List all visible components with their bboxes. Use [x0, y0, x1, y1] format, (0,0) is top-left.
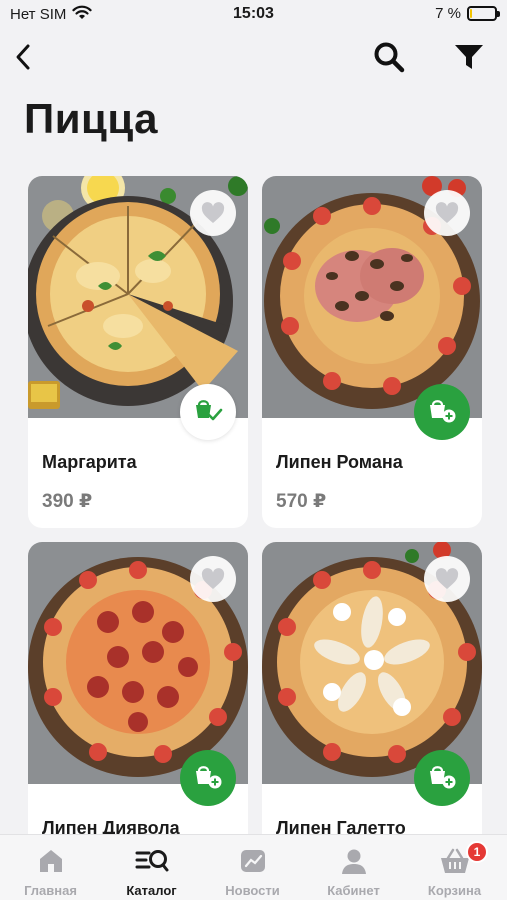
battery-fill — [470, 9, 472, 18]
battery-percent: 7 % — [435, 5, 461, 22]
status-bar: Нет SIM 15:03 7 % — [0, 0, 507, 28]
cart-add-icon — [430, 766, 456, 789]
tab-label: Кабинет — [327, 883, 380, 898]
profile-icon — [337, 845, 371, 877]
tab-label: Главная — [24, 883, 77, 898]
tab-news[interactable]: Новости — [202, 835, 303, 900]
tab-catalog[interactable]: Каталог — [101, 835, 202, 900]
home-icon — [34, 845, 68, 877]
add-to-cart-button[interactable] — [414, 750, 470, 806]
navigation-bar — [0, 34, 507, 80]
tab-home[interactable]: Главная — [0, 835, 101, 900]
filter-icon — [455, 45, 483, 69]
tab-label: Новости — [225, 883, 280, 898]
heart-icon — [201, 202, 225, 223]
product-price: 570 ₽ — [276, 491, 327, 512]
favorite-button[interactable] — [190, 190, 236, 236]
cart-added-icon — [196, 400, 223, 421]
product-name: Липен Романа — [276, 452, 403, 472]
status-right: 7 % — [435, 5, 500, 22]
add-to-cart-button[interactable] — [414, 384, 470, 440]
product-price: 390 ₽ — [42, 491, 93, 512]
favorite-button[interactable] — [424, 190, 470, 236]
favorite-button[interactable] — [190, 556, 236, 602]
product-name: Маргарита — [42, 452, 137, 472]
heart-icon — [201, 568, 225, 589]
tab-bar: Главная Каталог Новости Кабинет 1 Корзин… — [0, 834, 507, 900]
cart-add-icon — [430, 400, 456, 423]
tab-basket[interactable]: 1 Корзина — [404, 835, 505, 900]
filter-button[interactable] — [450, 38, 488, 76]
add-to-cart-button[interactable] — [180, 750, 236, 806]
heart-icon — [435, 568, 459, 589]
product-card[interactable]: Липен Романа 570 ₽ — [262, 176, 482, 528]
back-button[interactable] — [4, 38, 42, 76]
tab-profile[interactable]: Кабинет — [303, 835, 404, 900]
search-button[interactable] — [370, 38, 408, 76]
in-cart-button[interactable] — [180, 384, 236, 440]
catalog-icon — [135, 845, 169, 877]
chevron-left-icon — [16, 44, 30, 70]
tab-label: Каталог — [126, 883, 177, 898]
tab-label: Корзина — [427, 883, 482, 898]
news-icon — [236, 845, 270, 877]
search-icon — [374, 42, 405, 73]
clock: 15:03 — [233, 5, 274, 22]
heart-icon — [435, 202, 459, 223]
battery-icon — [467, 6, 500, 21]
favorite-button[interactable] — [424, 556, 470, 602]
cart-add-icon — [196, 766, 222, 789]
page-title: Пицца — [24, 95, 159, 142]
product-card[interactable]: Маргарита 390 ₽ — [28, 176, 248, 528]
cart-count-badge: 1 — [466, 841, 488, 863]
